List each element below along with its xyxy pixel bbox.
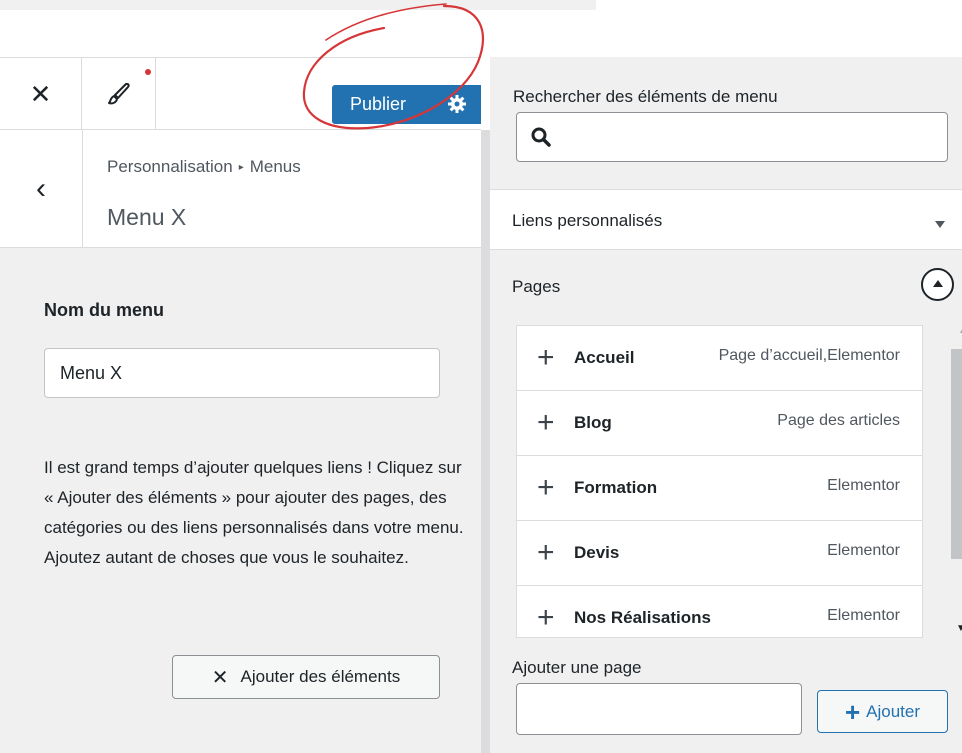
add-page-button[interactable]: + Ajouter bbox=[817, 690, 948, 733]
customizer-screen: ✕ Publier ‹ Personnalisation ▸ Menus Men… bbox=[0, 0, 962, 753]
publish-label: Publier bbox=[350, 94, 407, 114]
breadcrumb-separator: ▸ bbox=[238, 162, 244, 173]
publish-button[interactable]: Publier bbox=[332, 85, 481, 124]
pages-list: + Accueil Page d’accueil,Elementor + Blo… bbox=[516, 325, 923, 638]
search-icon bbox=[531, 127, 551, 147]
collapse-button[interactable] bbox=[921, 268, 954, 301]
list-item[interactable]: + Accueil Page d’accueil,Elementor bbox=[517, 326, 922, 391]
back-button[interactable]: ‹ bbox=[0, 130, 83, 247]
pages-section: Pages + Accueil Page d’accueil,Elementor… bbox=[490, 250, 962, 753]
breadcrumb-root: Personnalisation bbox=[107, 157, 233, 176]
list-item[interactable]: + Formation Elementor bbox=[517, 456, 922, 521]
list-item[interactable]: + Blog Page des articles bbox=[517, 391, 922, 456]
custom-links-section[interactable]: Liens personnalisés bbox=[490, 190, 962, 250]
page-type-text: Elementor bbox=[827, 607, 900, 624]
add-items-label: Ajouter des éléments bbox=[240, 667, 401, 686]
plus-icon: + bbox=[537, 406, 555, 439]
add-page-button-label: Ajouter bbox=[866, 701, 921, 721]
available-items-panel: Rechercher des éléments de menu Liens pe… bbox=[490, 57, 962, 753]
menu-name-label: Nom du menu bbox=[44, 300, 164, 320]
chevron-left-icon: ‹ bbox=[36, 171, 46, 205]
plus-icon: + bbox=[537, 601, 555, 634]
menu-name-input[interactable]: Menu X bbox=[44, 348, 440, 398]
plus-icon: + bbox=[537, 341, 555, 374]
scroll-up-icon[interactable]: ▲ bbox=[958, 325, 962, 336]
caret-down-icon bbox=[935, 221, 945, 228]
page-title: Menu X bbox=[107, 204, 187, 230]
add-page-input[interactable] bbox=[516, 683, 802, 735]
page-title-text: Accueil bbox=[574, 348, 635, 367]
page-title-text: Nos Réalisations bbox=[574, 608, 711, 627]
page-type-text: Page d’accueil,Elementor bbox=[718, 347, 900, 364]
top-strip bbox=[0, 0, 596, 10]
page-type-text: Elementor bbox=[827, 542, 900, 559]
pages-scrollbar[interactable]: ▲ ▼ bbox=[934, 325, 962, 638]
gear-icon[interactable] bbox=[447, 94, 467, 114]
page-title-text: Devis bbox=[574, 543, 620, 562]
close-icon: ✕ bbox=[211, 666, 229, 689]
list-item[interactable]: + Nos Réalisations Elementor bbox=[517, 586, 922, 637]
customize-button[interactable] bbox=[82, 58, 156, 130]
close-icon: ✕ bbox=[29, 78, 52, 109]
add-page-label: Ajouter une page bbox=[512, 658, 642, 677]
paintbrush-icon bbox=[107, 83, 130, 105]
list-item[interactable]: + Devis Elementor bbox=[517, 521, 922, 586]
search-label: Rechercher des éléments de menu bbox=[513, 87, 778, 106]
custom-links-label: Liens personnalisés bbox=[512, 211, 663, 230]
notification-dot bbox=[145, 69, 151, 75]
section-title-bar: ‹ Personnalisation ▸ Menus Menu X bbox=[0, 130, 481, 248]
help-text: Il est grand temps d’ajouter quelques li… bbox=[44, 458, 464, 567]
close-button[interactable]: ✕ bbox=[0, 58, 82, 130]
panel-divider bbox=[481, 130, 490, 753]
scroll-down-icon[interactable]: ▼ bbox=[956, 623, 962, 634]
search-input[interactable] bbox=[516, 112, 948, 162]
pages-label: Pages bbox=[512, 277, 561, 296]
page-title-text: Formation bbox=[574, 478, 658, 497]
breadcrumb-current: Menus bbox=[249, 157, 301, 176]
search-section: Rechercher des éléments de menu bbox=[490, 57, 962, 190]
customizer-sidebar: ✕ Publier ‹ Personnalisation ▸ Menus Men… bbox=[0, 57, 481, 753]
add-items-button[interactable]: ✕ Ajouter des éléments bbox=[172, 655, 440, 699]
customizer-header: ✕ Publier bbox=[0, 57, 481, 130]
scroll-thumb[interactable] bbox=[951, 349, 962, 559]
breadcrumb: Personnalisation ▸ Menus bbox=[107, 157, 301, 177]
page-title-text: Blog bbox=[574, 413, 612, 432]
page-type-text: Page des articles bbox=[777, 412, 900, 429]
page-type-text: Elementor bbox=[827, 477, 900, 494]
plus-icon: + bbox=[537, 471, 555, 504]
plus-icon: + bbox=[537, 536, 555, 569]
plus-icon: + bbox=[844, 696, 861, 727]
